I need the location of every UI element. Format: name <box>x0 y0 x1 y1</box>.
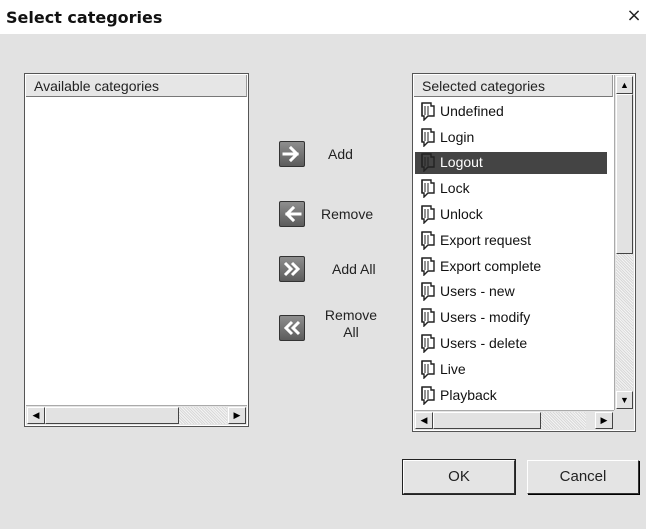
scroll-thumb[interactable] <box>433 412 541 429</box>
list-item[interactable]: Logout <box>415 149 607 176</box>
category-icon <box>417 230 437 251</box>
list-item[interactable]: Users - new <box>415 279 607 305</box>
scroll-thumb[interactable] <box>45 407 179 424</box>
double-chevron-left-icon <box>279 315 305 341</box>
category-icon <box>417 333 437 354</box>
category-icon <box>417 152 437 174</box>
cancel-button[interactable]: Cancel <box>527 460 639 494</box>
remove-label: Remove <box>321 206 374 222</box>
close-button[interactable]: × <box>625 7 643 26</box>
category-icon <box>417 281 437 303</box>
list-item[interactable]: Playback <box>415 382 607 408</box>
category-icon <box>417 359 437 380</box>
scroll-left-button[interactable]: ◀ <box>27 407 45 424</box>
list-item-label: Logout <box>440 154 483 171</box>
list-item[interactable]: Undefined <box>415 98 607 124</box>
category-icon <box>417 178 437 199</box>
category-icon <box>417 256 437 277</box>
scroll-right-button[interactable]: ▶ <box>595 412 613 429</box>
dialog-title: Select categories <box>6 8 163 27</box>
list-item[interactable]: Lock <box>415 175 607 201</box>
scroll-thumb[interactable] <box>616 94 633 254</box>
list-item[interactable]: Users - modify <box>415 304 607 330</box>
title-bar[interactable]: Select categories × <box>0 0 646 34</box>
list-item-label: Undefined <box>440 102 504 119</box>
list-item[interactable]: Export request <box>415 227 607 253</box>
selected-items: Undefined Login Logout Lock Unlock Export req… <box>415 98 607 408</box>
ok-button[interactable]: OK <box>402 459 516 495</box>
category-icon <box>417 307 437 328</box>
scroll-track[interactable] <box>179 407 227 424</box>
selected-categories-header[interactable]: Selected categories <box>414 75 613 97</box>
available-categories-list[interactable]: Available categories ◀ ▶ <box>24 73 249 427</box>
scroll-left-button[interactable]: ◀ <box>415 412 433 429</box>
category-icon <box>417 385 437 406</box>
list-item-label: Live <box>440 360 466 377</box>
list-item-label: Users - new <box>440 283 515 300</box>
selected-categories-list[interactable]: Selected categories Undefined Login Logout… <box>412 73 636 432</box>
scroll-right-button[interactable]: ▶ <box>228 407 246 424</box>
arrow-right-icon <box>279 141 305 167</box>
list-item-label: Playback <box>440 386 497 403</box>
list-item-label: Unlock <box>440 206 483 223</box>
scroll-track[interactable] <box>541 412 586 429</box>
scrollbar-corner <box>614 410 634 430</box>
category-icon <box>417 101 437 122</box>
remove-button[interactable]: Remove <box>279 201 373 227</box>
available-horizontal-scrollbar[interactable]: ◀ ▶ <box>26 405 247 425</box>
add-all-label: Add All <box>332 261 376 277</box>
list-item-label: Lock <box>440 180 470 197</box>
selected-vertical-scrollbar[interactable]: ▲ ▼ <box>614 75 634 410</box>
selected-horizontal-scrollbar[interactable]: ◀ ▶ <box>414 410 614 430</box>
list-item[interactable]: Live <box>415 356 607 382</box>
list-item-label: Users - modify <box>440 309 531 326</box>
available-categories-header[interactable]: Available categories <box>26 75 247 97</box>
list-item-label: Export request <box>440 231 532 248</box>
list-item[interactable]: Users - delete <box>415 330 607 356</box>
remove-all-label: Remove All <box>324 307 378 340</box>
category-icon <box>417 204 437 225</box>
list-item[interactable]: Login <box>415 124 607 150</box>
scroll-track[interactable] <box>616 254 633 389</box>
list-item-label: Login <box>440 128 475 145</box>
add-all-button[interactable]: Add All <box>279 256 376 282</box>
scroll-down-button[interactable]: ▼ <box>616 391 633 409</box>
list-item-label: Users - delete <box>440 335 528 352</box>
remove-all-button[interactable]: Remove All <box>279 307 381 341</box>
category-icon <box>417 127 437 148</box>
add-label: Add <box>328 146 353 162</box>
add-button[interactable]: Add <box>279 141 353 167</box>
arrow-left-icon <box>279 201 305 227</box>
list-item[interactable]: Unlock <box>415 201 607 227</box>
list-item[interactable]: Export complete <box>415 253 607 279</box>
list-item-label: Export complete <box>440 257 542 274</box>
double-chevron-right-icon <box>279 256 305 282</box>
select-categories-dialog: Select categories × Available categories… <box>0 0 646 529</box>
scroll-up-button[interactable]: ▲ <box>616 76 633 94</box>
